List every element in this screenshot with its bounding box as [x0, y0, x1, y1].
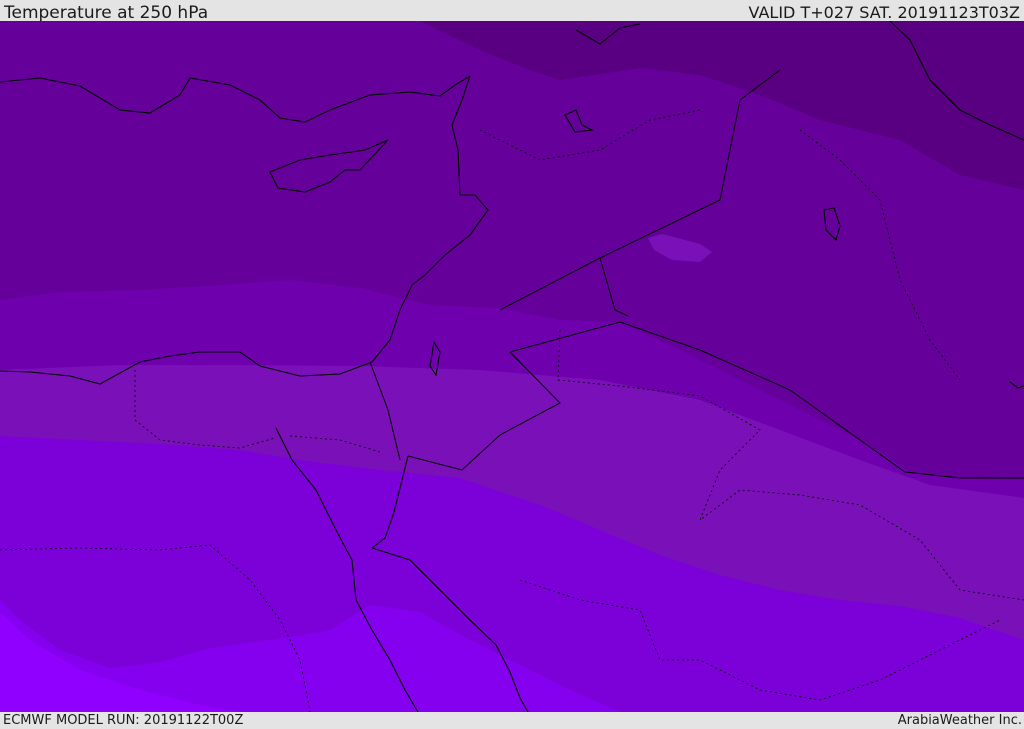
- model-run-label: ECMWF MODEL RUN: 20191122T00Z: [3, 713, 244, 728]
- valid-time: VALID T+027 SAT. 20191123T03Z: [748, 3, 1020, 22]
- temperature-map[interactable]: [0, 21, 1024, 712]
- map-title: Temperature at 250 hPa: [4, 3, 209, 23]
- credit-label: ArabiaWeather Inc.: [897, 713, 1022, 728]
- header-bar: Temperature at 250 hPa VALID T+027 SAT. …: [0, 0, 1024, 23]
- footer-bar: ECMWF MODEL RUN: 20191122T00Z ArabiaWeat…: [0, 712, 1024, 729]
